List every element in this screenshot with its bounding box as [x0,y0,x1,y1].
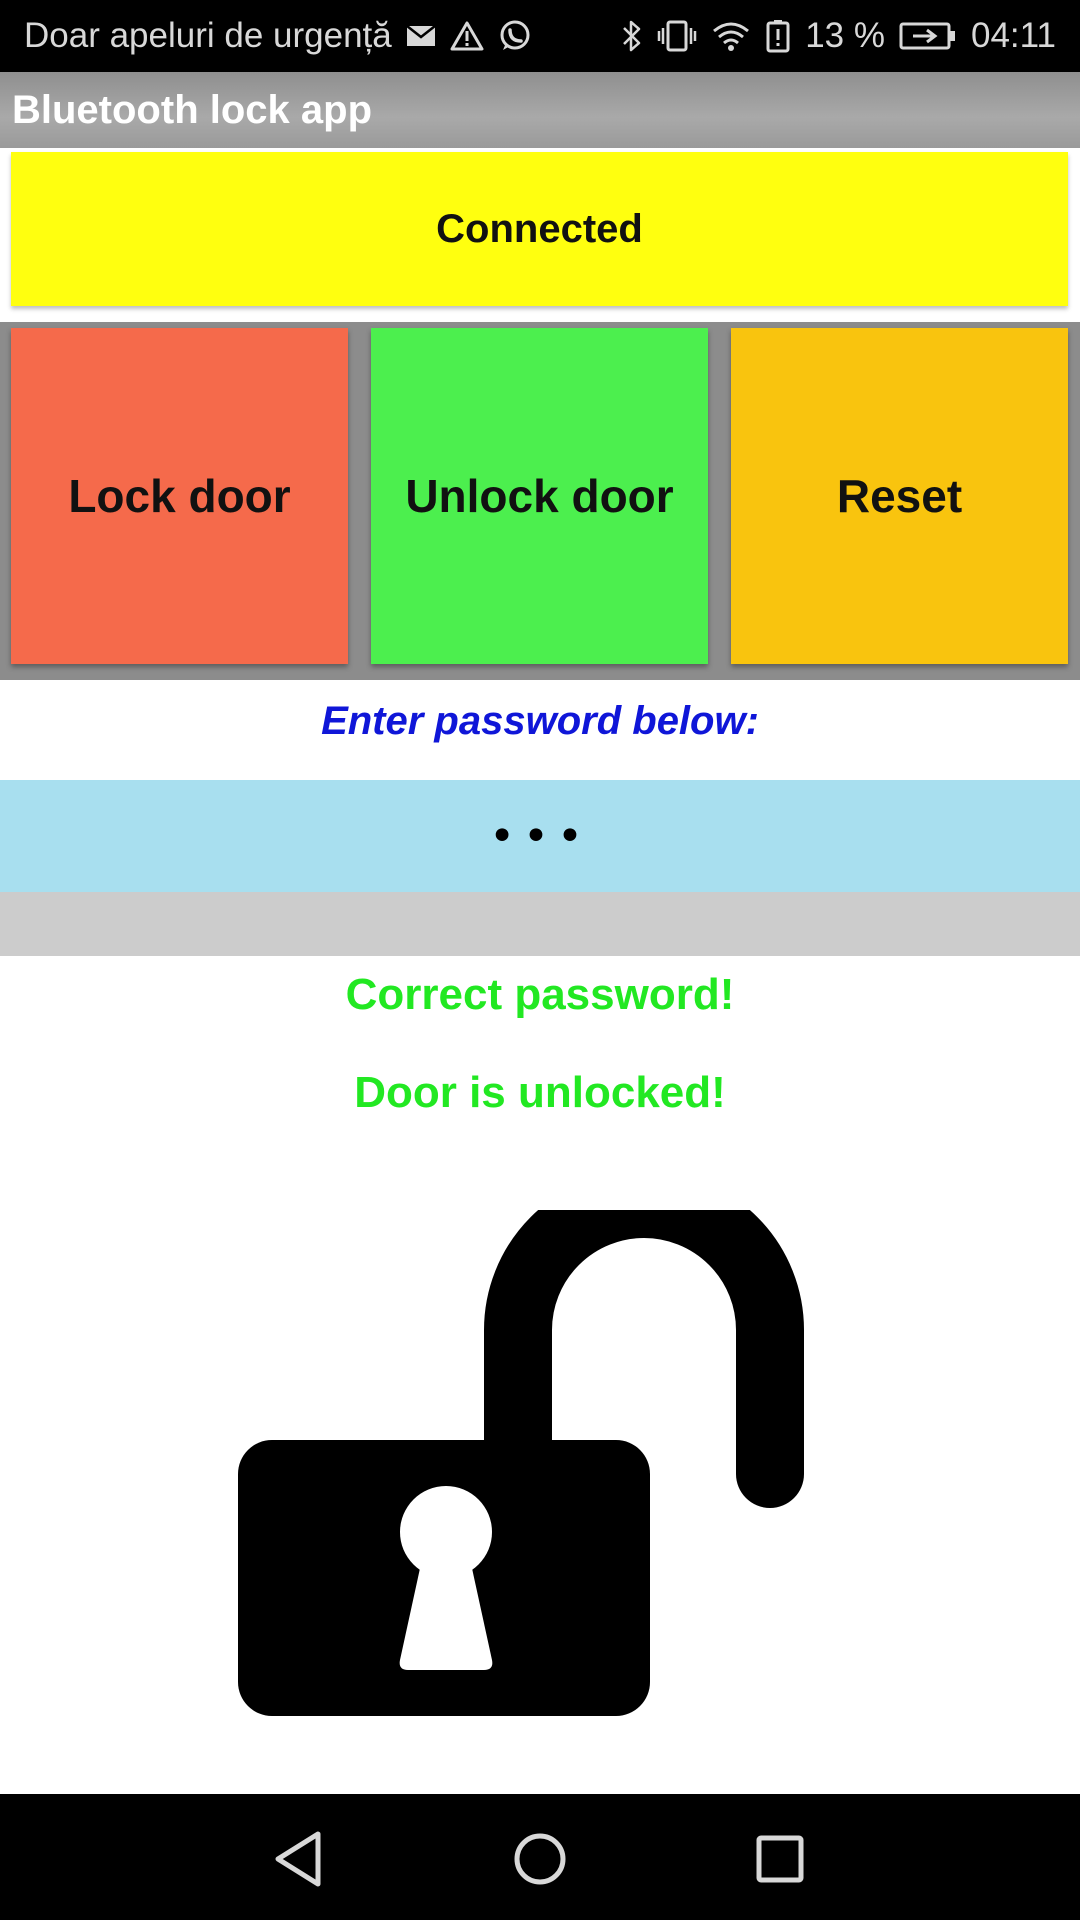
navigation-bar [0,1794,1080,1920]
door-status-message: Door is unlocked! [354,1068,726,1117]
connection-status-label: Connected [11,152,1068,306]
unlocked-padlock-icon [238,1210,804,1716]
recent-apps-icon[interactable] [745,1824,815,1894]
carrier-text: Doar apeluri de urgență [24,16,392,55]
status-right: 13 % 04:11 [621,16,1056,56]
divider-strip [0,892,1080,956]
clock: 04:11 [971,16,1056,55]
mail-icon [405,24,436,48]
status-left: Doar apeluri de urgență [24,16,621,56]
status-bar: Doar apeluri de urgență 13 % 04:11 [0,0,1080,72]
app-title: Bluetooth lock app [12,87,372,132]
password-result-message: Correct password! [345,970,735,1019]
wifi-icon [711,19,751,53]
lock-door-button[interactable]: Lock door [11,328,348,664]
battery-charging-icon [899,21,957,51]
home-icon[interactable] [505,1824,575,1894]
reset-button[interactable]: Reset [731,328,1068,664]
password-input[interactable] [0,780,1080,892]
back-icon[interactable] [265,1824,335,1894]
vibrate-icon [657,19,697,53]
action-button-row: Lock door Unlock door Reset [0,322,1080,680]
unlock-door-button[interactable]: Unlock door [371,328,708,664]
connection-area: Connected [0,148,1080,322]
whatsapp-icon [498,19,532,53]
battery-percent: 13 % [805,16,885,55]
battery-alert-icon [765,19,791,53]
app-bar: Bluetooth lock app [0,72,1080,148]
password-prompt: Enter password below: [321,698,759,743]
bluetooth-icon [621,19,643,53]
warning-icon [450,21,484,51]
